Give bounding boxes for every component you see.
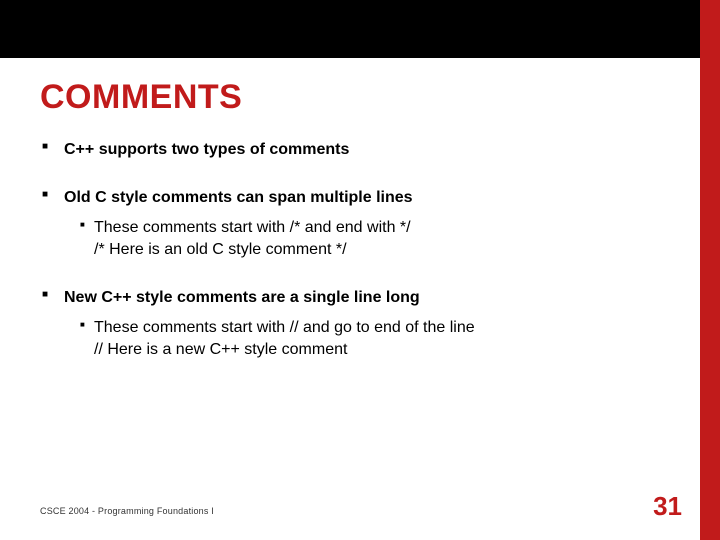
bullet-3-sub: These comments start with // and go to e… bbox=[80, 318, 680, 360]
bullet-2-sub: These comments start with /* and end wit… bbox=[80, 218, 680, 260]
side-accent-bar bbox=[700, 0, 720, 540]
bullet-2: Old C style comments can span multiple l… bbox=[40, 188, 680, 208]
bullet-3-sub-2: // Here is a new C++ style comment bbox=[80, 340, 680, 360]
bullet-2-sub-2: /* Here is an old C style comment */ bbox=[80, 240, 680, 260]
page-number: 31 bbox=[653, 491, 682, 522]
bullet-2-sub-1: These comments start with /* and end wit… bbox=[80, 218, 680, 238]
top-bar bbox=[0, 0, 720, 58]
slide-title: COMMENTS bbox=[40, 78, 242, 117]
slide-content: C++ supports two types of comments Old C… bbox=[40, 140, 680, 388]
bullet-3: New C++ style comments are a single line… bbox=[40, 288, 680, 308]
bullet-3-sub-1: These comments start with // and go to e… bbox=[80, 318, 680, 338]
bullet-1: C++ supports two types of comments bbox=[40, 140, 680, 160]
slide: COMMENTS C++ supports two types of comme… bbox=[0, 0, 720, 540]
footer-text: CSCE 2004 - Programming Foundations I bbox=[40, 506, 214, 516]
